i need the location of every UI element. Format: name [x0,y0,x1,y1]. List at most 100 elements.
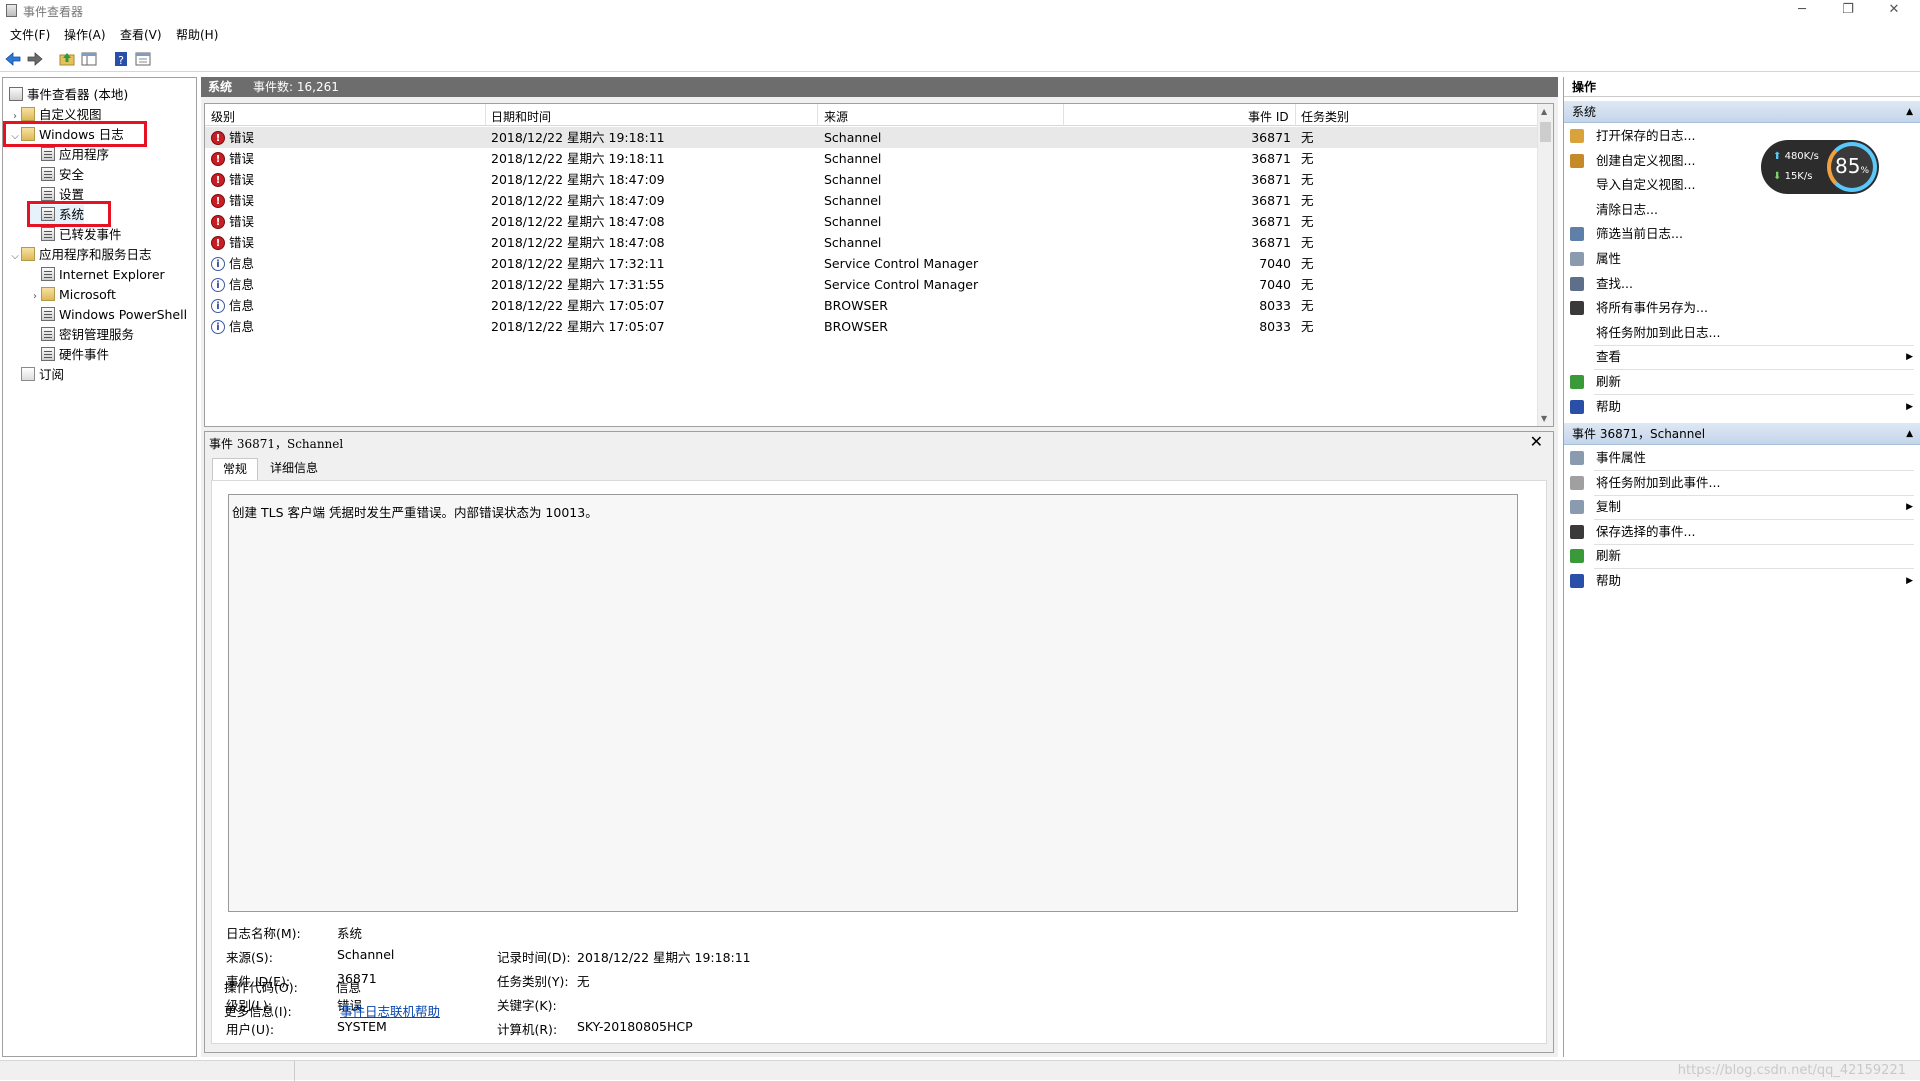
info-icon: i [211,320,225,334]
collapse-icon[interactable]: ▲ [1906,101,1913,123]
tree-item[interactable]: Windows PowerShell [29,305,187,324]
collapsed-chevron-icon[interactable]: › [29,287,41,306]
row-event-id: 7040 [1259,256,1291,271]
row-task-category: 无 [1301,298,1314,313]
table-row[interactable]: ! 错误 2018/12/22 星期六 18:47:09 Schannel 36871 无 [205,190,1539,211]
table-row[interactable]: i 信息 2018/12/22 星期六 17:05:07 BROWSER 8033 无 [205,295,1539,316]
row-datetime: 2018/12/22 星期六 18:47:08 [491,214,665,229]
row-source: Schannel [824,130,882,145]
action-label: 帮助 [1596,398,1622,414]
tree-item[interactable]: 应用程序 [29,145,109,164]
network-speed-widget[interactable]: ⬆ 480K/s ⬇ 15K/s 85% [1761,140,1879,194]
column-level[interactable]: 级别 [211,108,235,125]
opcode-value: 信息 [336,980,362,995]
menu-file[interactable]: 文件(F) [10,26,50,43]
forward-icon[interactable] [26,50,44,68]
column-divider[interactable] [1295,104,1296,126]
tab-general[interactable]: 常规 [212,458,259,481]
event-detail-pane: 事件 36871，Schannel ✕ 常规 详细信息 创建 TLS 客户端 凭… [204,431,1554,1053]
find-icon [1570,276,1584,291]
action-item[interactable]: 刷新 [1564,544,1920,568]
table-row[interactable]: i 信息 2018/12/22 星期六 17:31:55 Service Contro… [205,274,1539,295]
tree-item[interactable]: 密钥管理服务 [29,325,134,344]
tree-item[interactable]: 已转发事件 [29,225,122,244]
event-description[interactable]: 创建 TLS 客户端 凭据时发生严重错误。内部错误状态为 10013。 [228,494,1518,912]
action-item[interactable]: 复制 ▶ [1564,495,1920,519]
upload-speed: ⬆ 480K/s [1773,151,1819,162]
tree-item[interactable]: 订阅 [9,365,64,384]
minimize-button[interactable]: ─ [1780,0,1824,22]
action-item[interactable]: 帮助 ▶ [1564,569,1920,593]
tree-item[interactable]: › Microsoft [29,285,116,304]
restore-button[interactable]: ❐ [1826,0,1870,22]
up-folder-icon[interactable] [58,50,76,68]
row-task-category: 无 [1301,319,1314,334]
action-item[interactable]: 将任务附加到此日志... [1564,321,1920,345]
subscription-icon [21,367,35,381]
properties-icon[interactable] [134,50,152,68]
list-scrollbar[interactable]: ▲ ▼ [1537,104,1553,426]
column-divider[interactable] [485,104,486,126]
menu-action[interactable]: 操作(A) [64,26,106,43]
close-button[interactable]: ✕ [1872,0,1916,22]
action-item[interactable]: 事件属性 [1564,446,1920,470]
table-row[interactable]: i 信息 2018/12/22 星期六 17:32:11 Service Contro… [205,253,1539,274]
action-item[interactable]: 将任务附加到此事件... [1564,471,1920,495]
tree-item-label: 订阅 [39,367,65,382]
column-source[interactable]: 来源 [824,108,848,125]
action-item[interactable]: 保存选择的事件... [1564,520,1920,544]
error-icon: ! [211,152,225,166]
expanded-chevron-icon[interactable]: ⌵ [9,247,21,266]
action-item[interactable]: 属性 [1564,247,1920,271]
column-task-category[interactable]: 任务类别 [1301,108,1349,125]
action-label: 查找... [1596,275,1633,291]
action-item[interactable]: 帮助 ▶ [1564,395,1920,419]
detail-close-button[interactable]: ✕ [1530,432,1543,451]
action-item[interactable]: 清除日志... [1564,198,1920,222]
memory-percent: 85% [1834,154,1869,178]
scroll-thumb[interactable] [1540,122,1551,142]
tab-details[interactable]: 详细信息 [260,458,328,481]
back-icon[interactable] [4,50,22,68]
tree-item[interactable]: 事件查看器 (本地) [7,85,128,104]
table-row[interactable]: ! 错误 2018/12/22 星期六 18:47:09 Schannel 36871 无 [205,169,1539,190]
scroll-down-icon[interactable]: ▼ [1541,414,1547,423]
column-divider[interactable] [1063,104,1064,126]
row-source: Service Control Manager [824,256,979,271]
tree-item-label: Windows PowerShell [59,307,188,322]
navigation-tree: 事件查看器 (本地) › 自定义视图 ⌵ Windows 日志 应用程序 安全 设置 系统 已转发… [2,77,197,1057]
table-row[interactable]: ! 错误 2018/12/22 星期六 19:18:11 Schannel 36871 无 [205,127,1539,148]
submenu-arrow-icon: ▶ [1906,576,1913,586]
action-item[interactable]: 将所有事件另存为... [1564,296,1920,320]
filter-icon [1570,227,1584,242]
table-row[interactable]: i 信息 2018/12/22 星期六 17:05:07 BROWSER 8033 无 [205,316,1539,337]
action-item[interactable]: 查看 ▶ [1564,345,1920,369]
tree-item[interactable]: ⌵ 应用程序和服务日志 [9,245,152,264]
row-task-category: 无 [1301,235,1314,250]
column-divider[interactable] [817,104,818,126]
actions-section-system[interactable]: 系统 ▲ [1564,101,1920,123]
table-row[interactable]: ! 错误 2018/12/22 星期六 18:47:08 Schannel 36871 无 [205,211,1539,232]
help-icon[interactable]: ? [112,50,130,68]
actions-section-event[interactable]: 事件 36871，Schannel ▲ [1564,423,1920,445]
show-hide-tree-icon[interactable] [80,50,98,68]
table-row[interactable]: ! 错误 2018/12/22 星期六 18:47:08 Schannel 36871 无 [205,232,1539,253]
column-event-id[interactable]: 事件 ID [1248,108,1289,125]
action-label: 刷新 [1596,548,1622,564]
menu-view[interactable]: 查看(V) [120,26,162,43]
tree-item[interactable]: 硬件事件 [29,345,109,364]
action-item[interactable]: 刷新 [1564,370,1920,394]
action-item[interactable]: 查找... [1564,272,1920,296]
error-icon: ! [211,194,225,208]
column-datetime[interactable]: 日期和时间 [491,108,551,125]
scroll-up-icon[interactable]: ▲ [1541,107,1547,116]
menu-help[interactable]: 帮助(H) [176,26,218,43]
action-item[interactable]: 筛选当前日志... [1564,222,1920,246]
row-task-category: 无 [1301,277,1314,292]
tree-item[interactable]: Internet Explorer [29,265,165,284]
table-row[interactable]: ! 错误 2018/12/22 星期六 19:18:11 Schannel 36871 无 [205,148,1539,169]
row-level: 错误 [229,172,255,187]
collapse-icon[interactable]: ▲ [1906,423,1913,445]
event-log-online-help-link[interactable]: 事件日志联机帮助 [340,1001,440,1020]
tree-item[interactable]: 安全 [29,165,84,184]
